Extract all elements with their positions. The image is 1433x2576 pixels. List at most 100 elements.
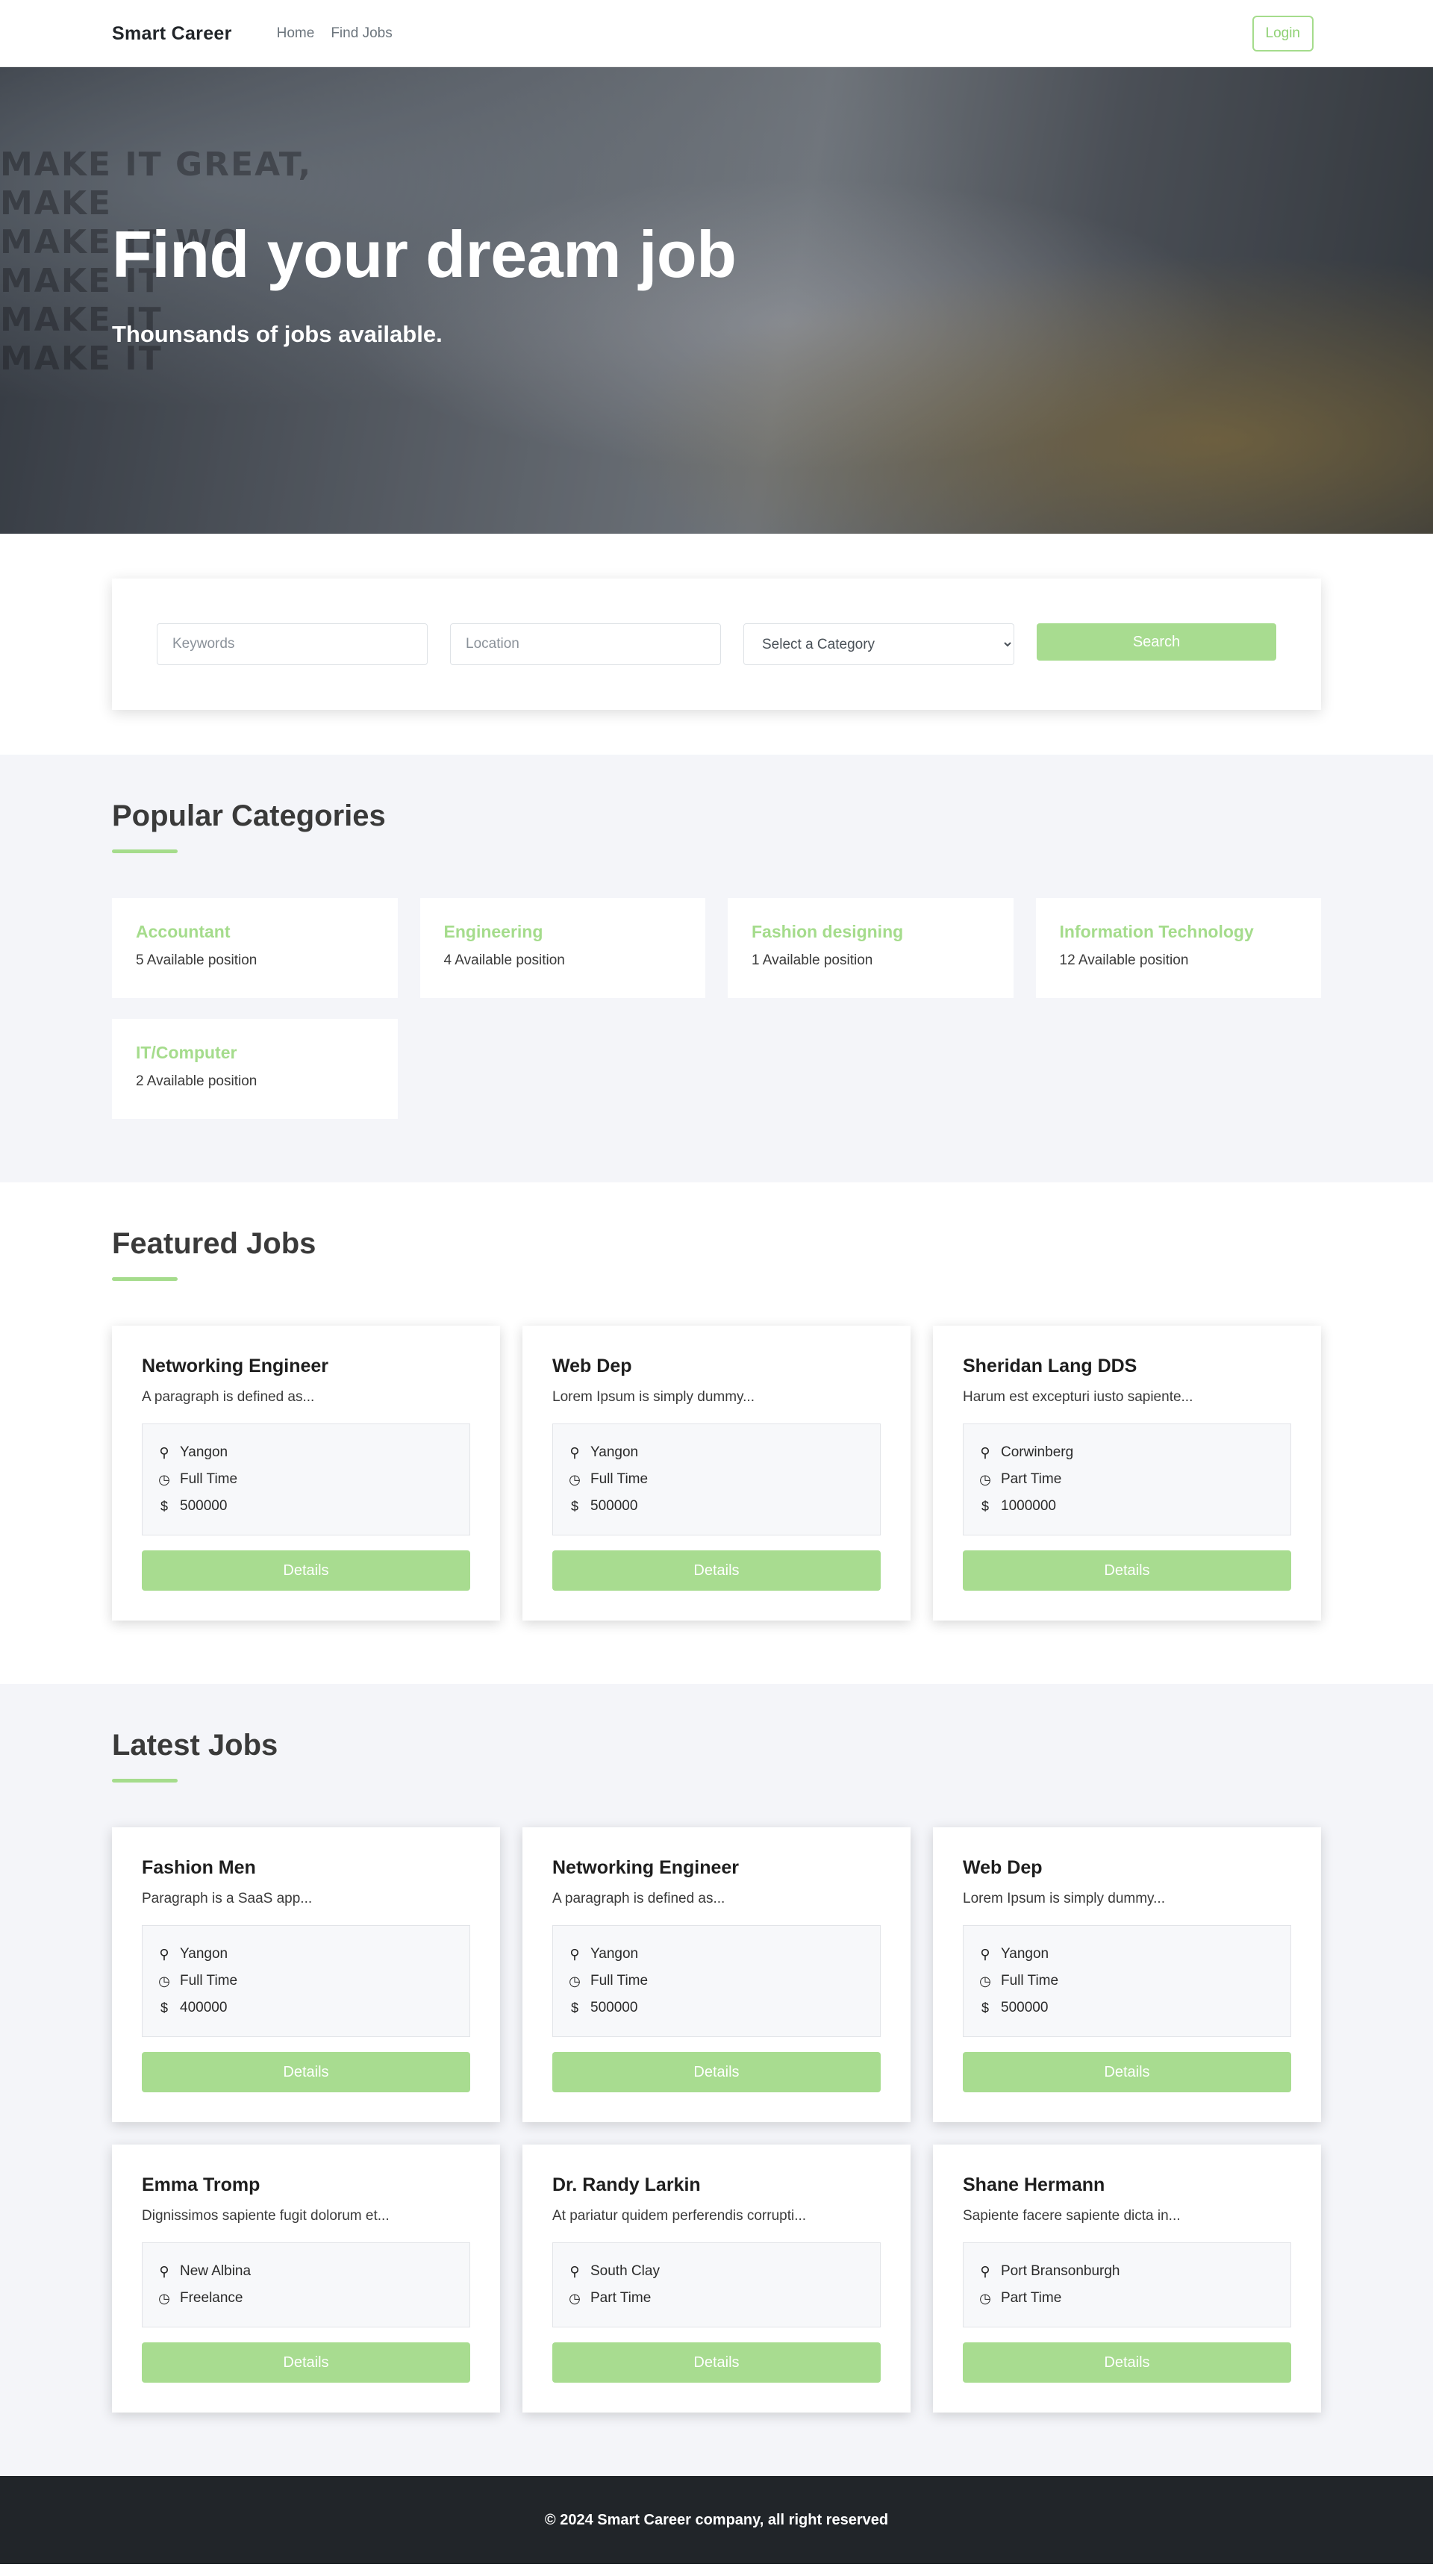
job-type: ◷ Full Time	[568, 1466, 865, 1493]
clock-icon: ◷	[979, 1974, 991, 1989]
job-location: ⚲ New Albina	[157, 2258, 455, 2285]
clock-icon: ◷	[158, 1472, 170, 1487]
category-name[interactable]: Engineering	[444, 922, 682, 942]
category-card[interactable]: IT/Computer 2 Available position	[112, 1019, 398, 1119]
category-card[interactable]: Information Technology 12 Available posi…	[1035, 898, 1321, 998]
map-marker-icon: ⚲	[159, 1947, 169, 1962]
category-name[interactable]: Information Technology	[1060, 922, 1298, 942]
category-card[interactable]: Fashion designing 1 Available position	[728, 898, 1014, 998]
map-marker-icon: ⚲	[980, 2264, 990, 2279]
job-salary: $400000	[157, 1995, 455, 2021]
category-card[interactable]: Accountant 5 Available position	[112, 898, 398, 998]
job-description: Lorem Ipsum is simply dummy...	[552, 1389, 755, 1405]
category-count: 5 Available position	[136, 952, 257, 968]
keywords-input[interactable]	[157, 623, 428, 665]
clock-icon: ◷	[979, 2291, 991, 2306]
hero-title: Find your dream job	[112, 217, 737, 291]
category-count: 2 Available position	[136, 1073, 257, 1089]
dollar-icon: $	[981, 2000, 989, 2015]
map-marker-icon: ⚲	[569, 1445, 580, 1460]
job-card: Web Dep Lorem Ipsum is simply dummy... ⚲…	[933, 1827, 1321, 2122]
job-description: Paragraph is a SaaS app...	[142, 1891, 313, 1906]
job-type: ◷ Part Time	[978, 2285, 1276, 2312]
details-button[interactable]: Details	[142, 2052, 470, 2092]
title-underline	[112, 1277, 178, 1281]
job-card: Fashion Men Paragraph is a SaaS app... ⚲…	[112, 1827, 500, 2122]
category-name[interactable]: IT/Computer	[136, 1043, 374, 1063]
job-card: Web Dep Lorem Ipsum is simply dummy... ⚲…	[522, 1326, 911, 1621]
details-button[interactable]: Details	[552, 2342, 881, 2383]
job-title: Web Dep	[963, 1857, 1043, 1878]
section-title: Featured Jobs	[112, 1227, 316, 1260]
footer-copyright: © 2024 Smart Career company, all right r…	[544, 2511, 889, 2528]
dollar-icon: $	[160, 2000, 168, 2015]
job-title: Emma Tromp	[142, 2174, 260, 2195]
job-type: ◷ Part Time	[568, 2285, 865, 2312]
dollar-icon: $	[160, 1499, 168, 1514]
details-button[interactable]: Details	[552, 1550, 881, 1591]
job-card: Sheridan Lang DDS Harum est excepturi iu…	[933, 1326, 1321, 1621]
job-salary: $500000	[978, 1995, 1276, 2021]
clock-icon: ◷	[569, 2291, 581, 2306]
category-grid: Accountant 5 Available position Engineer…	[112, 898, 1321, 1119]
section-title: Popular Categories	[112, 799, 386, 832]
category-name[interactable]: Fashion designing	[752, 922, 990, 942]
details-button[interactable]: Details	[142, 2342, 470, 2383]
map-marker-icon: ⚲	[980, 1947, 990, 1962]
job-location: ⚲ Yangon	[568, 1439, 865, 1466]
nav-link-find-jobs[interactable]: Find Jobs	[331, 25, 392, 42]
details-button[interactable]: Details	[963, 2052, 1291, 2092]
category-count: 1 Available position	[752, 952, 873, 968]
brand-logo[interactable]: Smart Career	[112, 23, 232, 45]
location-input[interactable]	[450, 623, 721, 665]
category-card[interactable]: Engineering 4 Available position	[419, 898, 705, 998]
map-marker-icon: ⚲	[159, 1445, 169, 1460]
job-meta: ⚲ Yangon ◷ Full Time $500000	[552, 1925, 881, 2037]
job-type: ◷ Full Time	[157, 1466, 455, 1493]
category-count: 4 Available position	[443, 952, 565, 968]
job-title: Fashion Men	[142, 1857, 256, 1878]
category-select[interactable]: Select a Category	[743, 623, 1014, 665]
job-card: Shane Hermann Sapiente facere sapiente d…	[933, 2145, 1321, 2413]
job-meta: ⚲ Yangon ◷ Full Time $500000	[963, 1925, 1291, 2037]
job-description: Lorem Ipsum is simply dummy...	[963, 1891, 1165, 1906]
job-card: Dr. Randy Larkin At pariatur quidem perf…	[522, 2145, 911, 2413]
clock-icon: ◷	[979, 1472, 991, 1487]
job-type: ◷ Full Time	[568, 1968, 865, 1995]
job-location: ⚲ Yangon	[568, 1941, 865, 1968]
job-salary: $1000000	[978, 1493, 1276, 1520]
navbar: Smart Career Home Find Jobs Login	[0, 0, 1433, 67]
map-marker-icon: ⚲	[569, 2264, 580, 2279]
job-location: ⚲ Yangon	[157, 1941, 455, 1968]
job-type: ◷ Part Time	[978, 1466, 1276, 1493]
job-salary: $500000	[568, 1995, 865, 2021]
search-button[interactable]: Search	[1037, 623, 1276, 661]
featured-jobs-section: Featured Jobs Networking Engineer A para…	[0, 1182, 1433, 1684]
job-location: ⚲ Yangon	[157, 1439, 455, 1466]
job-location: ⚲ Port Bransonburgh	[978, 2258, 1276, 2285]
section-title: Latest Jobs	[112, 1729, 278, 1762]
clock-icon: ◷	[158, 2291, 170, 2306]
job-location: ⚲ Corwinberg	[978, 1439, 1276, 1466]
job-meta: ⚲ South Clay ◷ Part Time	[552, 2242, 881, 2327]
search-card: Select a Category Search	[112, 578, 1321, 710]
title-underline	[112, 1779, 178, 1783]
details-button[interactable]: Details	[142, 1550, 470, 1591]
title-underline	[112, 849, 178, 853]
details-button[interactable]: Details	[963, 2342, 1291, 2383]
details-button[interactable]: Details	[552, 2052, 881, 2092]
job-meta: ⚲ Yangon ◷ Full Time $400000	[142, 1925, 470, 2037]
clock-icon: ◷	[158, 1974, 170, 1989]
nav-links: Home Find Jobs	[277, 25, 393, 42]
login-button[interactable]: Login	[1252, 16, 1314, 52]
job-meta: ⚲ New Albina ◷ Freelance	[142, 2242, 470, 2327]
job-title: Networking Engineer	[142, 1356, 329, 1376]
job-title: Web Dep	[552, 1356, 632, 1376]
latest-jobs-section: Latest Jobs Fashion Men Paragraph is a S…	[0, 1684, 1433, 2476]
nav-link-home[interactable]: Home	[277, 25, 315, 42]
popular-categories-section: Popular Categories Accountant 5 Availabl…	[0, 755, 1433, 1182]
category-name[interactable]: Accountant	[136, 922, 374, 942]
hero-banner: MAKE IT GREAT, MAKE MAKE IT WO MAKE IT M…	[0, 67, 1433, 534]
details-button[interactable]: Details	[963, 1550, 1291, 1591]
hero-subtitle: Thounsands of jobs available.	[112, 321, 443, 347]
